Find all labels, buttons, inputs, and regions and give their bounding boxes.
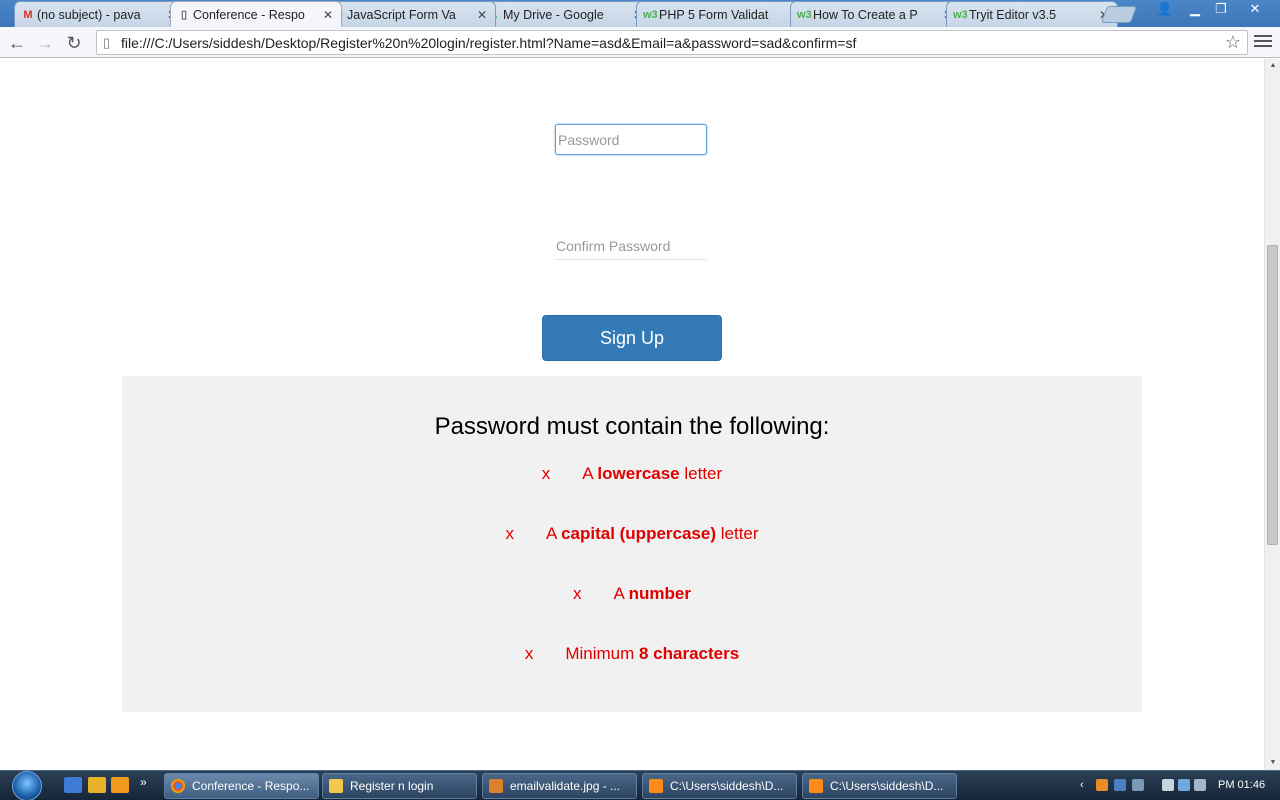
vertical-scrollbar[interactable]: ▲ ▼ <box>1264 59 1280 770</box>
tab-title: PHP 5 Form Validat <box>659 7 769 22</box>
taskbar-item-label: C:\Users\siddesh\D... <box>830 779 944 793</box>
folder-icon <box>329 779 343 793</box>
password-requirements-box: Password must contain the following: x A … <box>122 376 1142 712</box>
rule-bold: capital (uppercase) <box>561 524 717 543</box>
page-icon: ▯ <box>103 34 111 50</box>
rule-prefix: A <box>545 524 562 543</box>
chrome-icon <box>171 779 185 793</box>
tab-title: JavaScript Form Va <box>347 7 456 22</box>
invalid-x-icon: x <box>505 524 514 543</box>
minimize-button[interactable]: ▁ <box>1182 0 1208 20</box>
invalid-x-icon: x <box>524 644 534 663</box>
tab-title: Tryit Editor v3.5 <box>969 7 1057 22</box>
tray-expand-icon[interactable]: ‹ <box>1080 779 1092 791</box>
tray-app-icon[interactable] <box>1114 779 1126 791</box>
speaker-icon[interactable] <box>1194 779 1206 791</box>
taskbar-item-folder[interactable]: Register n login <box>322 773 477 799</box>
browser-tab-javascript[interactable]: ◈ JavaScript Form Va ✕ <box>324 1 496 27</box>
taskbar-item-label: C:\Users\siddesh\D... <box>670 779 784 793</box>
rule-suffix: letter <box>679 464 723 483</box>
close-window-button[interactable]: ✕ <box>1240 0 1270 20</box>
w3-icon: w3 <box>797 9 812 21</box>
rule-uppercase: x A capital (uppercase) letter <box>122 524 1142 544</box>
user-icon[interactable]: 👤 <box>1152 0 1178 20</box>
gmail-icon: M <box>23 9 33 21</box>
sublime-icon <box>649 779 663 793</box>
invalid-x-icon: x <box>573 584 582 603</box>
media-player-icon[interactable] <box>111 777 129 793</box>
taskbar-clock[interactable]: PM 01:46 <box>1218 779 1265 791</box>
rule-prefix: Minimum <box>565 644 639 663</box>
taskbar-item-paint[interactable]: emailvalidate.jpg - ... <box>482 773 637 799</box>
browser-tab-tryit[interactable]: w3 Tryit Editor v3.5 ✕ <box>946 1 1118 27</box>
close-icon[interactable]: ✕ <box>477 8 487 22</box>
browser-tab-php[interactable]: w3 PHP 5 Form Validat ✕ <box>636 1 808 27</box>
rule-bold: lowercase <box>597 464 680 483</box>
taskbar-item-label: emailvalidate.jpg - ... <box>510 779 621 793</box>
paint-icon <box>489 779 503 793</box>
invalid-x-icon: x <box>541 464 551 483</box>
rule-bold: 8 characters <box>638 644 740 663</box>
page-viewport: Sign Up Password must contain the follow… <box>0 59 1264 770</box>
browser-toolbar: ← → ↻ ▯ file:///C:/Users/siddesh/Desktop… <box>0 27 1280 58</box>
tray-app-icon[interactable] <box>1132 779 1144 791</box>
network-icon[interactable] <box>1178 779 1190 791</box>
confirm-password-input[interactable] <box>555 232 707 260</box>
taskbar-item-label: Conference - Respo... <box>192 779 310 793</box>
taskbar-item-label: Register n login <box>350 779 434 793</box>
tab-title: (no subject) - pava <box>37 7 141 22</box>
power-icon[interactable] <box>1162 779 1174 791</box>
scroll-thumb[interactable] <box>1267 245 1278 545</box>
taskbar-item-sublime-1[interactable]: C:\Users\siddesh\D... <box>642 773 797 799</box>
bookmark-star-icon[interactable]: ☆ <box>1225 32 1241 53</box>
back-button[interactable]: ← <box>5 31 29 55</box>
rule-prefix: A <box>613 584 629 603</box>
overflow-chevron-icon[interactable]: » <box>140 775 158 791</box>
browser-tab-conference[interactable]: ▯ Conference - Respo ✕ <box>170 1 342 27</box>
sign-up-button[interactable]: Sign Up <box>542 315 722 361</box>
explorer-icon[interactable] <box>88 777 106 793</box>
url-text: file:///C:/Users/siddesh/Desktop/Registe… <box>121 34 857 51</box>
browser-tab-strip: M (no subject) - pava ✕ ▲ My Drive - Goo… <box>0 0 1280 27</box>
windows-taskbar: » Conference - Respo... Register n login… <box>0 770 1280 800</box>
restore-button[interactable]: ❐ <box>1208 0 1234 20</box>
taskbar-item-sublime-2[interactable]: C:\Users\siddesh\D... <box>802 773 957 799</box>
address-bar[interactable]: ▯ file:///C:/Users/siddesh/Desktop/Regis… <box>96 30 1248 55</box>
scroll-up-arrow-icon[interactable]: ▲ <box>1265 59 1280 73</box>
forward-button[interactable]: → <box>33 31 57 55</box>
w3-icon: w3 <box>953 9 968 21</box>
start-button[interactable] <box>10 771 46 800</box>
sublime-icon <box>809 779 823 793</box>
w3-icon: w3 <box>643 9 658 21</box>
rule-bold: number <box>628 584 691 603</box>
tab-title: My Drive - Google <box>503 7 604 22</box>
reload-button[interactable]: ↻ <box>62 31 86 55</box>
tab-title: Conference - Respo <box>193 7 305 22</box>
chrome-menu-icon[interactable] <box>1254 32 1272 52</box>
scroll-down-arrow-icon[interactable]: ▼ <box>1265 756 1280 770</box>
rule-lowercase: x A lowercase letter <box>122 464 1142 484</box>
close-icon[interactable]: ✕ <box>323 8 333 22</box>
rule-number: x A number <box>122 584 1142 604</box>
tray-app-icon[interactable] <box>1096 779 1108 791</box>
password-input[interactable] <box>555 124 707 155</box>
requirements-title: Password must contain the following: <box>434 413 830 440</box>
taskbar-item-chrome[interactable]: Conference - Respo... <box>164 773 319 799</box>
rule-suffix: letter <box>716 524 759 543</box>
browser-tab-drive[interactable]: ▲ My Drive - Google ✕ <box>480 1 652 27</box>
browser-tab-gmail[interactable]: M (no subject) - pava ✕ <box>14 1 186 27</box>
browser-tab-howto[interactable]: w3 How To Create a P ✕ <box>790 1 962 27</box>
show-desktop-icon[interactable] <box>64 777 82 793</box>
rule-prefix: A <box>582 464 598 483</box>
rule-length: x Minimum 8 characters <box>122 644 1142 664</box>
page-icon: ▯ <box>180 9 188 21</box>
windows-logo-icon <box>12 771 42 800</box>
tab-title: How To Create a P <box>813 7 918 22</box>
new-tab-button[interactable] <box>1100 6 1138 23</box>
